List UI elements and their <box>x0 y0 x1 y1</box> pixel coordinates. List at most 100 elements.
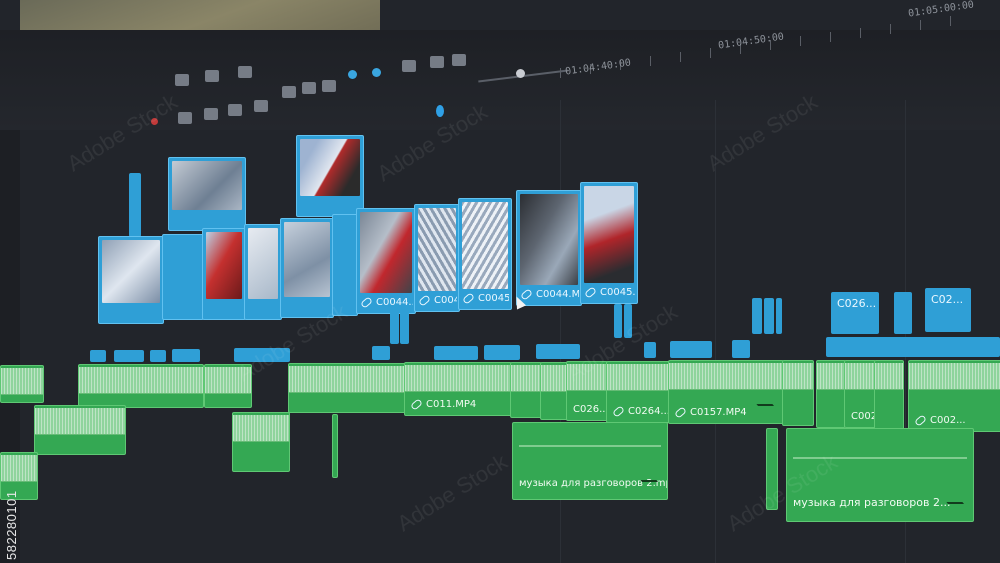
lock-icon[interactable] <box>322 80 336 92</box>
clip-thumbnail <box>300 139 360 196</box>
video-clip-short[interactable] <box>390 312 399 344</box>
track-marker[interactable] <box>172 349 200 362</box>
track-marker[interactable] <box>372 346 390 360</box>
timecode-ruler[interactable]: 01:04:40:00 01:04:50:00 01:05:00:00 <box>430 0 1000 110</box>
music-clip[interactable]: музыка для разговоров 2.mp3 <box>512 422 668 500</box>
stock-id: 582280101 <box>4 490 19 560</box>
clip-thumbnail <box>172 161 242 210</box>
clip-label: музыка для разговоров 2... <box>793 496 951 509</box>
audio-clip[interactable]: C011.MP4 <box>404 362 512 416</box>
clip-label <box>103 305 161 321</box>
audio-clip[interactable] <box>288 363 406 413</box>
clip-label: C02... <box>931 293 964 306</box>
track-marker[interactable] <box>670 341 712 358</box>
video-clip[interactable] <box>162 234 204 320</box>
video-clip[interactable] <box>98 236 164 324</box>
track-marker[interactable] <box>732 340 750 358</box>
track-marker[interactable] <box>826 337 1000 357</box>
link-icon <box>612 404 625 418</box>
video-clip[interactable]: C0045... <box>414 204 460 312</box>
track-icon[interactable] <box>228 104 242 116</box>
link-icon <box>674 405 687 419</box>
video-clip[interactable] <box>168 157 246 231</box>
track-marker[interactable] <box>484 345 520 360</box>
zoom-fit-icon[interactable] <box>402 60 416 72</box>
audio-clip[interactable] <box>34 405 126 455</box>
audio-clip[interactable]: C002... <box>844 360 876 428</box>
clip-thumbnail <box>206 232 242 299</box>
video-clip-short[interactable] <box>764 298 774 334</box>
link-icon[interactable] <box>302 82 316 94</box>
audio-clip[interactable] <box>332 414 338 478</box>
track-icon[interactable] <box>204 108 218 120</box>
flag-icon[interactable] <box>372 68 381 77</box>
video-clip[interactable]: C0044... <box>356 208 416 314</box>
video-clip[interactable] <box>244 224 282 320</box>
audio-clip[interactable]: C0157.MP4 <box>668 360 784 424</box>
clip-label <box>249 301 279 317</box>
video-clip[interactable] <box>202 228 246 320</box>
video-clip[interactable] <box>296 135 364 217</box>
track-marker[interactable] <box>434 346 478 360</box>
audio-clip[interactable] <box>232 412 290 472</box>
audio-clip[interactable] <box>78 364 204 408</box>
video-clip[interactable] <box>280 218 334 318</box>
timecode-label: 01:04:50:00 <box>717 31 785 52</box>
video-clip-short[interactable] <box>776 298 782 334</box>
link-icon <box>419 293 431 307</box>
clip-label: C0045... <box>463 291 509 307</box>
clip-label: C0044.M... <box>521 287 579 303</box>
track-marker[interactable] <box>90 350 106 362</box>
clip-label: C0264... <box>612 404 669 418</box>
track-marker[interactable] <box>644 342 656 358</box>
video-clip[interactable]: C0045... <box>458 198 512 310</box>
audio-clip[interactable] <box>874 360 904 430</box>
tool-icon[interactable] <box>175 74 189 86</box>
audio-clip[interactable]: C0264... <box>606 361 670 423</box>
audio-clip[interactable] <box>540 362 568 420</box>
video-clip-short[interactable] <box>400 312 409 344</box>
clip-thumbnail <box>102 240 160 303</box>
link-icon <box>585 285 597 299</box>
clip-label: C026... <box>573 404 608 415</box>
clip-thumbnail <box>520 194 578 285</box>
video-clip-short[interactable] <box>894 292 912 334</box>
clip-label: C0045... <box>585 285 635 301</box>
video-clip[interactable]: C02... <box>925 288 971 332</box>
tool-icon[interactable] <box>238 66 252 78</box>
clip-label <box>207 301 243 317</box>
clip-thumbnail <box>462 202 508 289</box>
clip-thumbnail <box>284 222 330 297</box>
fade-curve-icon[interactable] <box>756 404 782 415</box>
track-icon[interactable] <box>254 100 268 112</box>
track-marker[interactable] <box>114 350 144 362</box>
clip-thumbnail <box>360 212 412 293</box>
snap-icon[interactable] <box>348 70 357 79</box>
timeline-editor: 01:04:40:00 01:04:50:00 01:05:00:00 C004… <box>0 0 1000 563</box>
clip-label: C0044... <box>361 295 413 311</box>
audio-clip[interactable] <box>782 360 814 426</box>
track-marker[interactable] <box>150 350 166 362</box>
audio-clip[interactable] <box>816 360 846 428</box>
link-icon <box>410 397 423 411</box>
tool-icon[interactable] <box>205 70 219 82</box>
video-clip[interactable]: C026... <box>831 292 879 334</box>
timecode-label: 01:05:00:00 <box>907 0 975 20</box>
clip-thumbnail <box>248 228 278 299</box>
audio-clip[interactable]: C002... <box>908 360 1000 432</box>
playhead-marker[interactable] <box>436 105 444 117</box>
audio-clip[interactable] <box>510 362 542 418</box>
clip-label: C0157.MP4 <box>674 405 747 419</box>
blade-icon[interactable] <box>282 86 296 98</box>
link-icon <box>463 291 475 305</box>
video-clip-short[interactable] <box>129 173 141 237</box>
track-icon[interactable] <box>178 112 192 124</box>
fade-curve-icon[interactable] <box>946 502 972 513</box>
video-clip-short[interactable] <box>752 298 762 334</box>
clip-thumbnail <box>418 208 456 291</box>
clip-label: C002... <box>914 413 966 427</box>
timecode-label: 01:04:40:00 <box>564 57 632 78</box>
video-clip[interactable]: C0044.M... <box>516 190 582 306</box>
clip-label: C0045... <box>419 293 457 309</box>
video-clip[interactable]: C0045... <box>580 182 638 304</box>
